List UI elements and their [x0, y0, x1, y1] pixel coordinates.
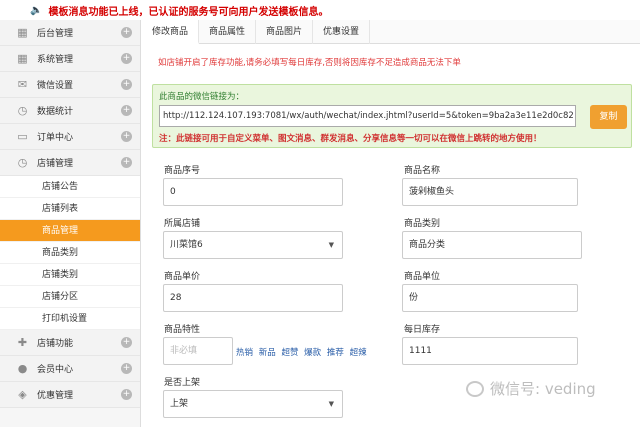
expand-icon[interactable]: + [121, 53, 132, 64]
expand-icon[interactable]: + [121, 157, 132, 168]
sidebar-item-label: 微信设置 [37, 81, 74, 91]
store-select-value: 川菜馆6 [170, 240, 203, 250]
tag-icon: ◈ [18, 388, 27, 401]
sidebar: ▦ 后台管理 + ▦ 系统管理 + ✉ 微信设置 + ◷ 数据统计 + ▭ 订单… [0, 20, 141, 427]
store-select[interactable]: 川菜馆6 ▼ [163, 231, 343, 259]
grid-icon: ▦ [17, 52, 28, 65]
seq-input[interactable]: 0 [163, 178, 343, 206]
submenu-item-printer[interactable]: 打印机设置 [0, 308, 140, 330]
category-label: 商品类别 [404, 219, 441, 229]
expand-icon[interactable]: + [121, 131, 132, 142]
grid-icon: ▦ [17, 26, 28, 39]
sidebar-item-label: 系统管理 [37, 55, 74, 65]
expand-icon[interactable]: + [121, 79, 132, 90]
unit-input[interactable]: 份 [402, 284, 578, 312]
copy-button[interactable]: 复制 [590, 105, 627, 129]
chevron-down-icon: ▼ [328, 400, 334, 408]
sidebar-item-label: 会员中心 [37, 365, 74, 375]
submenu-item-store-notice[interactable]: 店铺公告 [0, 176, 140, 198]
store-submenu: 店铺公告 店铺列表 商品管理 商品类别 店铺类别 店铺分区 打印机设置 [0, 176, 140, 330]
submenu-item-product-category[interactable]: 商品类别 [0, 242, 140, 264]
plus-icon: ✚ [17, 336, 28, 349]
feature-label: 商品特性 [164, 325, 201, 335]
sidebar-item-wechat[interactable]: ✉ 微信设置 + [0, 72, 140, 98]
watermark-text: 微信号: veding [490, 380, 596, 398]
category-input[interactable]: 商品分类 [402, 231, 582, 259]
stock-input[interactable]: 1111 [402, 337, 578, 365]
price-input[interactable]: 28 [163, 284, 343, 312]
link-box-title: 此商品的微信链接为： [159, 92, 245, 102]
feature-tag-new[interactable]: 新品 [259, 348, 276, 358]
wechat-link-box: 此商品的微信链接为： http://112.124.107.193:7081/w… [152, 84, 632, 148]
unit-label: 商品单位 [404, 272, 441, 282]
sidebar-item-label: 店铺功能 [37, 339, 74, 349]
onsale-label: 是否上架 [164, 378, 201, 388]
tab-product-images[interactable]: 商品图片 [256, 20, 314, 44]
feature-tag-great[interactable]: 超赞 [281, 348, 298, 358]
submenu-item-store-list[interactable]: 店铺列表 [0, 198, 140, 220]
feature-input[interactable]: 非必填 [163, 337, 233, 365]
expand-icon[interactable]: + [121, 337, 132, 348]
sidebar-item-backend[interactable]: ▦ 后台管理 + [0, 20, 140, 46]
sidebar-item-members[interactable]: ● 会员中心 + [0, 356, 140, 382]
wechat-logo-icon [466, 380, 484, 397]
sidebar-item-stats[interactable]: ◷ 数据统计 + [0, 98, 140, 124]
wechat-watermark: 微信号: veding [466, 378, 596, 399]
name-label: 商品名称 [404, 166, 441, 176]
feature-tag-hot[interactable]: 热销 [236, 348, 253, 358]
sidebar-item-label: 后台管理 [37, 29, 74, 39]
sidebar-item-store[interactable]: ◷ 店铺管理 + [0, 150, 140, 176]
folder-icon: ▭ [17, 130, 28, 143]
submenu-item-product-manage[interactable]: 商品管理 [0, 220, 140, 242]
sidebar-item-promotions[interactable]: ◈ 优惠管理 + [0, 382, 140, 408]
mail-icon: ✉ [17, 78, 28, 91]
submenu-item-store-category[interactable]: 店铺类别 [0, 264, 140, 286]
speaker-icon: 🔈 [30, 4, 43, 16]
onsale-select-value: 上架 [170, 399, 189, 409]
onsale-select[interactable]: 上架 ▼ [163, 390, 343, 418]
stock-label: 每日库存 [404, 325, 441, 335]
price-label: 商品单价 [164, 272, 201, 282]
expand-icon[interactable]: + [121, 105, 132, 116]
seq-label: 商品序号 [164, 166, 201, 176]
feature-tag-spicy[interactable]: 超辣 [350, 348, 367, 358]
wechat-link-field[interactable]: http://112.124.107.193:7081/wx/auth/wech… [159, 105, 576, 127]
user-icon: ● [17, 362, 28, 375]
feature-tag-list: 热销 新品 超赞 爆款 推荐 超辣 [236, 346, 370, 358]
sidebar-item-label: 订单中心 [37, 133, 74, 143]
tab-edit-product[interactable]: 修改商品 [142, 20, 200, 44]
clock-icon: ◷ [17, 104, 28, 117]
sidebar-item-store-features[interactable]: ✚ 店铺功能 + [0, 330, 140, 356]
sidebar-item-label: 数据统计 [37, 107, 74, 117]
submenu-item-store-zone[interactable]: 店铺分区 [0, 286, 140, 308]
sidebar-item-label: 店铺管理 [37, 159, 74, 169]
tab-promotion-settings[interactable]: 优惠设置 [313, 20, 371, 44]
notice-text: 模板消息功能已上线，已认证的服务号可向用户发送模板信息。 [48, 6, 329, 18]
expand-icon[interactable]: + [121, 363, 132, 374]
expand-icon[interactable]: + [121, 27, 132, 38]
notice-bar: 🔈 模板消息功能已上线，已认证的服务号可向用户发送模板信息。 [0, 0, 640, 20]
sidebar-item-orders[interactable]: ▭ 订单中心 + [0, 124, 140, 150]
sidebar-item-label: 优惠管理 [37, 391, 74, 401]
store-label: 所属店铺 [164, 219, 201, 229]
expand-icon[interactable]: + [121, 389, 132, 400]
sidebar-item-system[interactable]: ▦ 系统管理 + [0, 46, 140, 72]
feature-tag-bestseller[interactable]: 爆款 [304, 348, 321, 358]
tab-product-attributes[interactable]: 商品属性 [199, 20, 257, 44]
link-usage-note: 注：此链接可用于自定义菜单、图文消息、群发消息、分享信息等一切可以在微信上跳转的… [159, 134, 542, 144]
clock-icon: ◷ [17, 156, 28, 169]
feature-tag-recommended[interactable]: 推荐 [327, 348, 344, 358]
stock-warning: 如店铺开启了库存功能,请务必填写每日库存,否则将因库存不足造成商品无法下单 [158, 58, 461, 68]
name-input[interactable]: 菠剁椒鱼头 [402, 178, 578, 206]
tab-bar: 修改商品 商品属性 商品图片 优惠设置 [142, 20, 640, 44]
chevron-down-icon: ▼ [328, 241, 334, 249]
